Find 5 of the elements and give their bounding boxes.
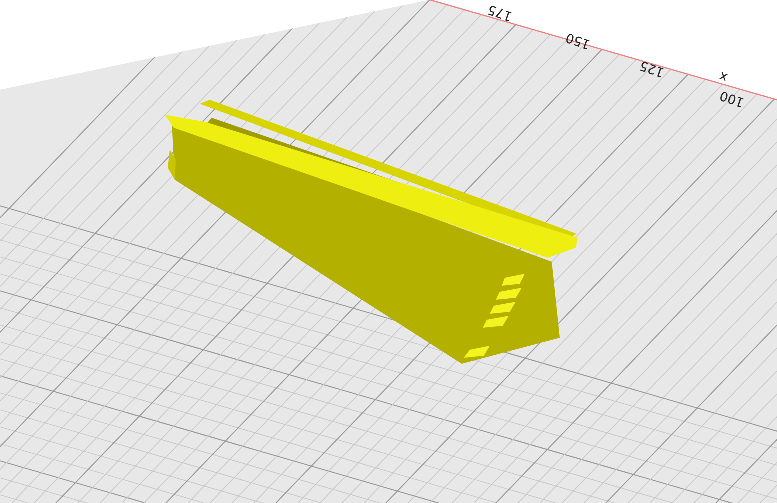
axis-tick-label: 150 (564, 30, 592, 51)
axis-tick-label: 125 (638, 58, 666, 79)
axis-tick-label: 175 (486, 2, 514, 23)
axis-tick-label: 100 (718, 88, 746, 109)
axis-name-label: x (718, 69, 730, 84)
